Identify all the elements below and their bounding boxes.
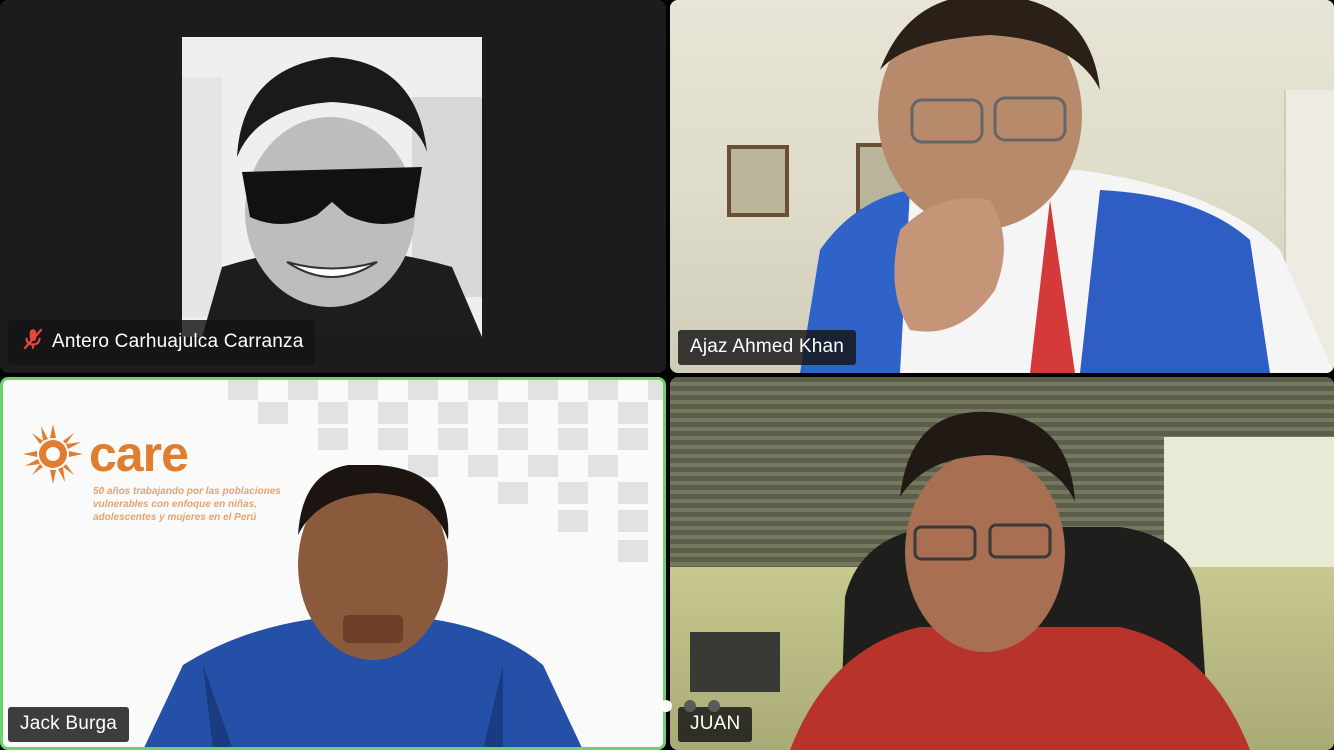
participant-name: Ajaz Ahmed Khan [690, 336, 845, 357]
participant-name: Jack Burga [20, 713, 118, 734]
participant-figure [690, 411, 1250, 750]
page-dot-active[interactable] [660, 700, 672, 712]
participant-name-tag: Jack Burga [8, 707, 130, 742]
participant-figure [800, 0, 1334, 373]
video-tile-3-active-speaker[interactable]: care 50 años trabajando por las poblacio… [0, 377, 666, 750]
mic-muted-icon [20, 326, 46, 358]
video-tile-1[interactable]: Antero Carhuajulca Carranza [0, 0, 666, 373]
care-sun-icon [23, 424, 83, 484]
participant-name: Antero Carhuajulca Carranza [52, 331, 304, 352]
participant-figure [144, 465, 582, 747]
wall-picture [727, 145, 789, 217]
participant-name-tag: Ajaz Ahmed Khan [678, 330, 857, 365]
page-dot[interactable] [708, 700, 720, 712]
page-dot[interactable] [684, 700, 696, 712]
page-indicator[interactable] [660, 700, 720, 712]
video-tile-4[interactable]: JUAN [670, 377, 1334, 750]
video-tile-2[interactable]: Ajaz Ahmed Khan [670, 0, 1334, 373]
profile-photo [182, 37, 482, 337]
participant-name-tag: JUAN [678, 707, 753, 742]
participant-name-tag: Antero Carhuajulca Carranza [8, 320, 316, 365]
participant-name: JUAN [690, 713, 741, 734]
